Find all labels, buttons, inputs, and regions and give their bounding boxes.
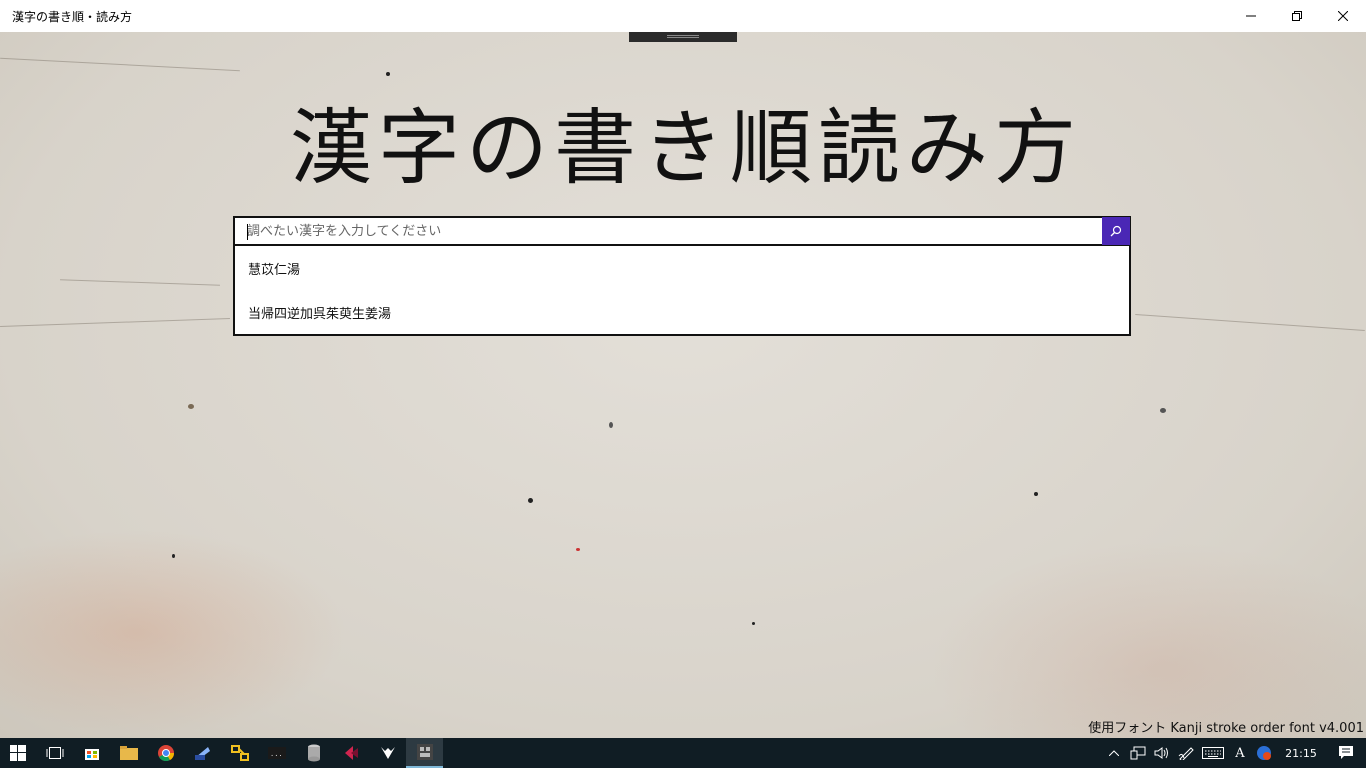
taskbar-terminal[interactable]: ...	[258, 738, 295, 768]
notification-icon	[1339, 746, 1353, 759]
app-heading: 漢字の書き順読み方	[289, 101, 1082, 196]
chrome-icon	[157, 745, 174, 761]
windows-icon	[10, 745, 26, 761]
minimize-icon	[1246, 15, 1256, 17]
ime-indicator[interactable]: A	[1228, 738, 1252, 768]
taskbar-file-explorer[interactable]	[110, 738, 147, 768]
store-icon	[84, 749, 99, 760]
close-icon	[1338, 11, 1348, 21]
paper-crack	[0, 57, 240, 72]
system-tray: A 21:15	[1102, 738, 1366, 768]
paper-speck	[386, 72, 390, 76]
kanji-app-icon	[416, 744, 433, 760]
suggestion-list: 慧苡仁湯 当帰四逆加呉茱萸生姜湯	[233, 246, 1131, 336]
window-titlebar: 漢字の書き順・読み方	[0, 0, 1366, 32]
search-input[interactable]	[235, 217, 1102, 245]
paper-speck	[1034, 492, 1038, 496]
taskbar-database[interactable]	[295, 738, 332, 768]
paper-speck	[752, 622, 755, 625]
task-view-button[interactable]	[36, 738, 73, 768]
pen-icon	[1178, 747, 1194, 760]
window-title: 漢字の書き順・読み方	[12, 9, 133, 24]
app-red-icon	[344, 746, 358, 760]
close-button[interactable]	[1320, 0, 1366, 32]
drag-handle[interactable]	[629, 32, 737, 42]
paper-speck	[188, 404, 194, 409]
restore-button[interactable]	[1274, 0, 1320, 32]
taskbar-app[interactable]	[184, 738, 221, 768]
taskbar-store[interactable]	[73, 738, 110, 768]
paper-crack	[0, 317, 230, 328]
tray-app[interactable]	[1252, 738, 1276, 768]
svg-text:...: ...	[270, 750, 283, 758]
paper-speck	[172, 554, 175, 558]
ftp-icon	[230, 745, 249, 761]
restore-icon	[1292, 11, 1302, 21]
app-fox-icon	[380, 747, 395, 759]
app-icon	[194, 747, 210, 760]
suggestion-item[interactable]: 当帰四逆加呉茱萸生姜湯	[235, 290, 1129, 334]
paper-speck	[1160, 408, 1166, 413]
volume-icon	[1154, 747, 1168, 759]
taskbar-app-red[interactable]	[332, 738, 369, 768]
window-controls	[1228, 0, 1366, 32]
font-credit: 使用フォント Kanji stroke order font v4.001	[1088, 721, 1364, 736]
paper-speck	[576, 548, 580, 551]
start-button[interactable]	[0, 738, 36, 768]
taskbar-clock[interactable]: 21:15	[1276, 747, 1326, 760]
terminal-icon: ...	[267, 747, 286, 759]
suggestion-item[interactable]: 慧苡仁湯	[235, 246, 1129, 290]
taskbar-ftp[interactable]	[221, 738, 258, 768]
file-explorer-icon	[119, 746, 138, 760]
action-center-button[interactable]	[1326, 738, 1366, 768]
globe-icon	[1257, 746, 1271, 760]
search-box	[233, 216, 1131, 246]
database-icon	[307, 744, 320, 762]
tray-overflow-button[interactable]	[1102, 738, 1126, 768]
search-button[interactable]	[1102, 217, 1130, 245]
taskbar-kanji-app[interactable]	[406, 738, 443, 768]
taskbar-chrome[interactable]	[147, 738, 184, 768]
task-view-icon	[46, 747, 63, 759]
network-icon	[1130, 746, 1146, 760]
app-content: 漢字の書き順読み方 慧苡仁湯 当帰四逆加呉茱萸生姜湯 使用フォント Kanji …	[0, 32, 1366, 738]
paper-speck	[528, 498, 533, 503]
taskbar-app-fox[interactable]	[369, 738, 406, 768]
tray-volume[interactable]	[1150, 738, 1174, 768]
paper-crack	[1135, 313, 1365, 332]
text-caret	[247, 224, 248, 240]
tray-keyboard[interactable]	[1198, 738, 1228, 768]
tray-pen[interactable]	[1174, 738, 1198, 768]
tray-network[interactable]	[1126, 738, 1150, 768]
paper-crack	[60, 279, 220, 286]
chevron-up-icon	[1109, 750, 1119, 756]
search-icon	[1110, 225, 1122, 237]
taskbar: ... A 21:15	[0, 738, 1366, 768]
paper-speck	[609, 422, 613, 428]
keyboard-icon	[1202, 747, 1224, 759]
minimize-button[interactable]	[1228, 0, 1274, 32]
